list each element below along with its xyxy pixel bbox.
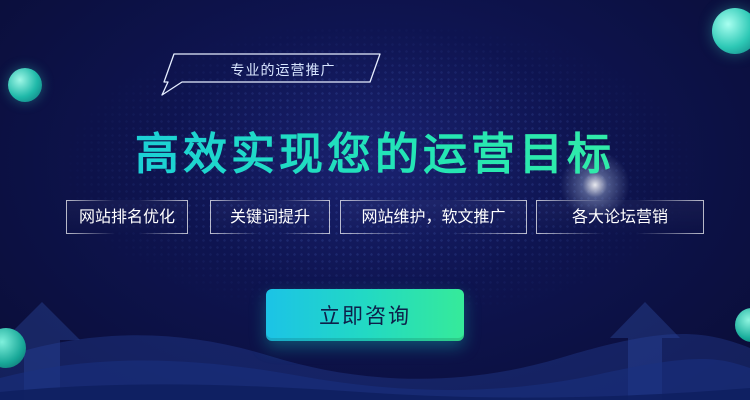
service-tags: 网站排名优化 关键词提升 网站维护，软文推广 各大论坛营销 xyxy=(58,200,708,236)
tag-site-maintenance: 网站维护，软文推广 xyxy=(340,200,527,234)
decor-bubble-top-right xyxy=(712,8,750,54)
hero-banner: 专业的运营推广 高效实现您的运营目标 网站排名优化 关键词提升 网站维护，软文推… xyxy=(0,0,750,400)
tag-seo-ranking: 网站排名优化 xyxy=(66,200,188,234)
tagline-text: 专业的运营推广 xyxy=(230,63,336,79)
tag-keyword-boost: 关键词提升 xyxy=(210,200,330,234)
tag-forum-marketing: 各大论坛营销 xyxy=(536,200,704,234)
consult-now-button[interactable]: 立即咨询 xyxy=(266,289,464,341)
page-title: 高效实现您的运营目标 xyxy=(0,118,750,182)
decor-bubble-left xyxy=(8,68,42,102)
tagline-badge: 专业的运营推广 xyxy=(152,52,382,96)
